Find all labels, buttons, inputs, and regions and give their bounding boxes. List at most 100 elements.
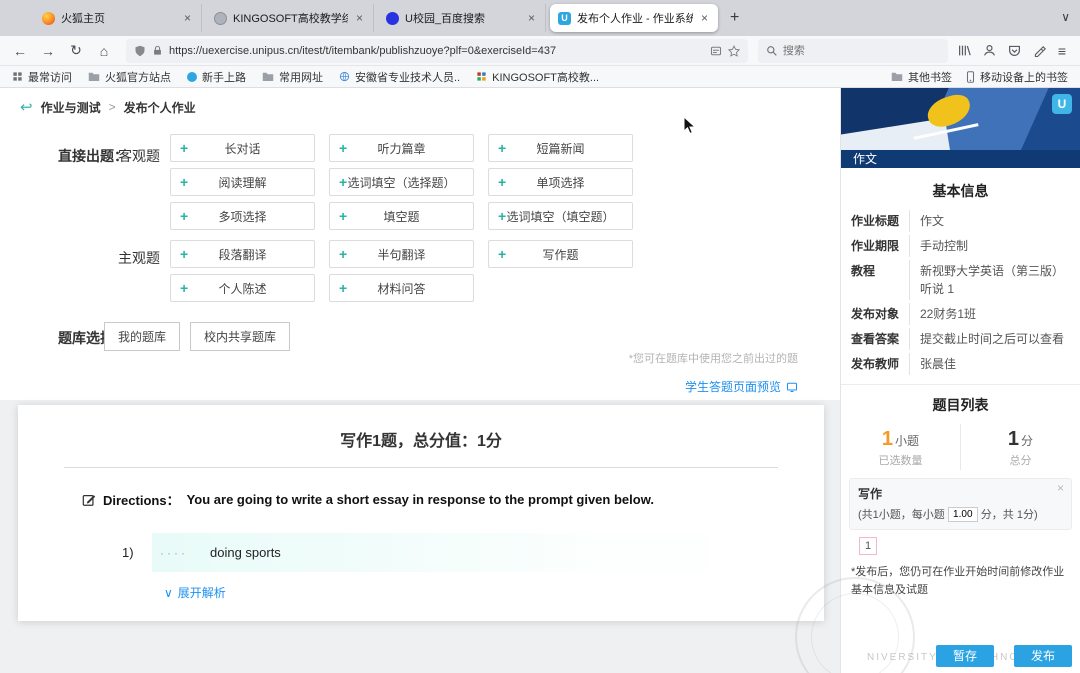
question-card-detail: (共1小题，每小题 分，共 1分)	[858, 506, 1063, 522]
divider	[841, 384, 1080, 385]
plus-icon: +	[339, 280, 347, 296]
close-icon[interactable]: ×	[699, 11, 710, 25]
breadcrumb-current: 发布个人作业	[124, 99, 196, 116]
add-short-news-button[interactable]: +短篇新闻	[488, 134, 633, 162]
paper-preview-card: 写作1题，总分值：1分 Directions： You are going to…	[18, 405, 824, 621]
basic-info-title: 基本信息	[841, 181, 1080, 201]
navigation-bar: ← → ↻ ⌂ https://uexercise.unipus.cn/ites…	[0, 36, 1080, 66]
expand-analysis-link[interactable]: ∨ 展开解析	[164, 584, 824, 601]
screen: 火狐主页 × KINGOSOFT高校教学综合管理服务平... × U校园_百度搜…	[0, 0, 1080, 673]
question-type-label: 材料问答	[377, 280, 425, 297]
tab-baidu-search[interactable]: U校园_百度搜索 ×	[378, 4, 546, 32]
pocket-icon[interactable]	[1008, 44, 1021, 57]
tab-kingosoft[interactable]: KINGOSOFT高校教学综合管理服务平... ×	[206, 4, 374, 32]
forward-button[interactable]: →	[36, 43, 60, 59]
url-bar[interactable]: https://uexercise.unipus.cn/itest/t/item…	[126, 39, 748, 63]
info-row: 查看答案 提交截止时间之后可以查看	[851, 328, 1070, 350]
bookmark-star-icon[interactable]	[728, 45, 740, 57]
back-button[interactable]: ←	[8, 43, 32, 59]
add-paragraph-translation-button[interactable]: +段落翻译	[170, 240, 315, 268]
question-type-label: 个人陈述	[218, 280, 266, 297]
my-bank-button[interactable]: 我的题库	[104, 322, 180, 351]
homework-banner-image: U	[841, 88, 1080, 150]
publish-note: *发布后，您仍可在作业开始时间前修改作业基本信息及试题	[851, 564, 1070, 599]
permissions-icon[interactable]	[710, 45, 722, 57]
shield-icon[interactable]	[134, 45, 146, 57]
bookmark-label: 安徽省专业技术人员..	[355, 69, 460, 85]
tab-publish-homework[interactable]: U 发布个人作业 - 作业系统 ×	[550, 4, 718, 32]
bookmark-label: 新手上路	[202, 69, 246, 85]
add-banked-cloze-choice-button[interactable]: +选词填空（选择题）	[329, 168, 474, 196]
back-icon[interactable]: ↩	[20, 98, 33, 116]
reload-button[interactable]: ↻	[64, 42, 88, 59]
bookmark-anhui-professional[interactable]: 安徽省专业技术人员..	[339, 69, 460, 85]
add-multiple-choice-button[interactable]: +多项选择	[170, 202, 315, 230]
question-list-title: 题目列表	[841, 395, 1080, 415]
save-draft-button[interactable]: 暂存	[936, 645, 994, 667]
add-writing-button[interactable]: +写作题	[488, 240, 633, 268]
list-tabs-chevron-icon[interactable]: ∨	[1061, 10, 1070, 24]
menu-icon[interactable]: ≡	[1058, 43, 1066, 59]
bookmark-kingosoft[interactable]: KINGOSOFT高校教...	[476, 69, 599, 85]
info-label: 教程	[851, 260, 909, 300]
plus-icon: +	[339, 208, 347, 224]
add-banked-cloze-fill-button[interactable]: +选词填空（填空题）	[488, 202, 633, 230]
bookmark-mobile[interactable]: 移动设备上的书签	[966, 69, 1068, 85]
folder-icon	[88, 71, 100, 82]
highlighter-icon[interactable]	[1033, 44, 1046, 57]
add-reading-comprehension-button[interactable]: +阅读理解	[170, 168, 315, 196]
new-tab-button[interactable]: +	[722, 9, 747, 27]
add-long-conversation-button[interactable]: +长对话	[170, 134, 315, 162]
question-type-label: 选词填空（选择题）	[347, 174, 455, 191]
bookmark-firefox-official[interactable]: 火狐官方站点	[88, 69, 171, 85]
search-icon	[766, 45, 777, 56]
plus-icon: +	[339, 174, 347, 190]
publish-button[interactable]: 发布	[1014, 645, 1072, 667]
question-type-label: 听力篇章	[377, 140, 425, 157]
bookmark-other[interactable]: 其他书签	[891, 69, 952, 85]
directions-text: You are going to write a short essay in …	[187, 492, 654, 507]
add-personal-statement-button[interactable]: +个人陈述	[170, 274, 315, 302]
question-type-label: 多项选择	[218, 208, 266, 225]
tab-firefox-home[interactable]: 火狐主页 ×	[34, 4, 202, 32]
school-shared-bank-button[interactable]: 校内共享题库	[190, 322, 290, 351]
lock-icon[interactable]	[152, 45, 163, 56]
add-fill-blank-button[interactable]: +填空题	[329, 202, 474, 230]
bookmark-common-sites[interactable]: 常用网址	[262, 69, 323, 85]
question-type-label: 选词填空（填空题）	[506, 208, 614, 225]
compose-icon	[82, 493, 96, 507]
score-input[interactable]	[948, 507, 978, 522]
info-row: 发布对象 22财务1班	[851, 303, 1070, 325]
account-icon[interactable]	[983, 44, 996, 57]
student-preview-link[interactable]: 学生答题页面预览	[685, 378, 798, 395]
bookmark-getting-started[interactable]: 新手上路	[187, 69, 246, 85]
close-icon[interactable]: ×	[182, 11, 193, 25]
globe-icon	[339, 71, 350, 82]
bookmark-label: 火狐官方站点	[105, 69, 171, 85]
info-value: 手动控制	[909, 235, 1070, 257]
search-input[interactable]	[783, 45, 940, 57]
close-icon[interactable]: ×	[354, 11, 365, 25]
add-material-qa-button[interactable]: + 材料问答	[329, 274, 474, 302]
plus-icon: +	[498, 140, 506, 156]
plus-icon: +	[498, 174, 506, 190]
question-item-row: 1) ···· doing sports	[122, 533, 708, 572]
bookmark-most-visited[interactable]: 最常访问	[12, 69, 72, 85]
selected-count-cell: 1小题 已选数量	[841, 424, 961, 470]
search-box[interactable]	[758, 39, 948, 63]
add-listening-passage-button[interactable]: +听力篇章	[329, 134, 474, 162]
info-label: 查看答案	[851, 328, 909, 350]
tab-title: U校园_百度搜索	[405, 10, 520, 26]
question-highlight[interactable]: ···· doing sports	[152, 533, 708, 572]
add-single-choice-button[interactable]: +单项选择	[488, 168, 633, 196]
breadcrumb-section[interactable]: 作业与测试	[41, 99, 101, 116]
add-half-sentence-translation-button[interactable]: +半句翻译	[329, 240, 474, 268]
question-maker-panel: ↩ 作业与测试 > 发布个人作业 直接出题： 客观题 主观题 +长对话 +听力篇…	[0, 88, 840, 400]
home-button[interactable]: ⌂	[92, 43, 116, 59]
question-page-box[interactable]: 1	[859, 537, 877, 555]
remove-question-icon[interactable]: ×	[1057, 481, 1064, 495]
library-icon[interactable]	[958, 44, 971, 57]
question-type-label: 长对话	[224, 140, 260, 157]
close-icon[interactable]: ×	[526, 11, 537, 25]
plus-icon: +	[180, 174, 188, 190]
